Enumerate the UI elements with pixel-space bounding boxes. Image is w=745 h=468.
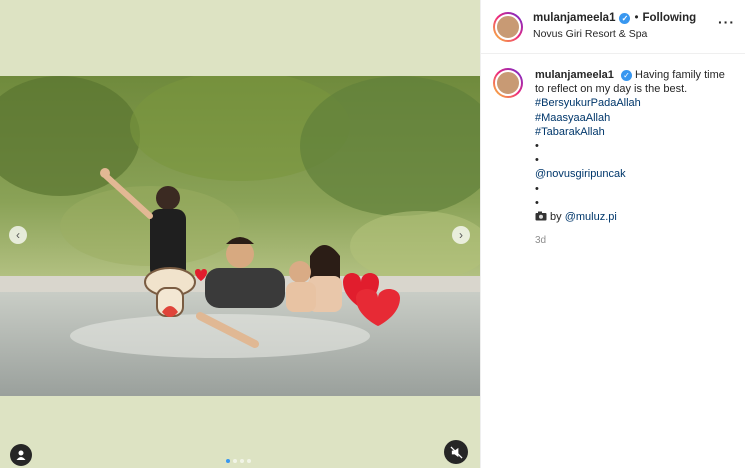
hashtag-link[interactable]: #MaasyaaAllah [535,111,733,125]
post-timestamp[interactable]: 3d [535,234,733,248]
bullet: • [535,196,539,209]
tagged-users-button[interactable] [10,444,32,466]
bullet: • [535,154,539,167]
header-text: mulanjameela1 ✓ • Following Novus Giri R… [533,11,696,42]
username-link[interactable]: mulanjameela1 [533,11,615,26]
carousel-dot [233,459,237,463]
verified-badge-icon: ✓ [619,13,631,24]
mute-icon [449,445,463,459]
user-tag-icon [16,450,26,460]
camera-icon [535,211,547,221]
media-panel: ‹ › [0,0,480,468]
post-header: mulanjameela1 ✓ • Following Novus Giri R… [481,0,745,54]
caption-body: mulanjameela1 ✓ Having family time to re… [535,68,733,248]
bullet: • [535,140,539,153]
header-row: mulanjameela1 ✓ • Following [533,11,696,26]
avatar[interactable] [493,11,523,42]
avatar[interactable] [493,68,523,98]
hashtag-link[interactable]: #TabarakAllah [535,125,733,139]
more-options-button[interactable]: ··· [718,14,735,30]
chevron-right-icon: › [459,228,463,242]
mention-link[interactable]: @novusgiripuncak [535,167,733,181]
credit-prefix: by [550,211,562,224]
mute-button[interactable] [444,440,468,464]
carousel-indicator [226,459,251,463]
carousel-dot [247,459,251,463]
bullet: • [535,182,539,195]
previous-photo-button[interactable]: ‹ [9,226,27,244]
post-photo[interactable] [0,76,480,396]
caption: mulanjameela1 ✓ Having family time to re… [481,54,745,248]
post-side-panel: mulanjameela1 ✓ • Following Novus Giri R… [480,0,745,468]
carousel-dot [226,459,230,463]
more-horizontal-icon: ··· [718,14,735,30]
verified-badge-icon: ✓ [620,70,632,81]
location-link[interactable]: Novus Giri Resort & Spa [533,27,696,42]
photo-illustration [0,76,480,396]
separator: • [634,12,639,24]
next-photo-button[interactable]: › [452,226,470,244]
hashtag-link[interactable]: #BersyukurPadaAllah [535,96,733,110]
carousel-dot [240,459,244,463]
credit-line: by @muluz.pi [535,210,733,224]
credit-mention-link[interactable]: @muluz.pi [565,211,617,223]
instagram-post-viewer: ‹ › mulanjameela1 ✓ • Following Novus Gi… [0,0,745,468]
caption-username[interactable]: mulanjameela1 [535,69,614,81]
chevron-left-icon: ‹ [16,228,20,242]
following-button[interactable]: Following [643,11,697,26]
